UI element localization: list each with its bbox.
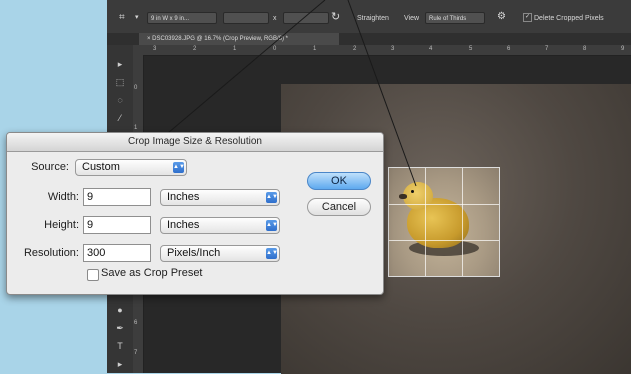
height-unit-dropdown[interactable]: Inches ▲▼ [160,217,280,234]
crop-size-dialog: Crop Image Size & Resolution Source: Cus… [6,132,384,295]
height-unit-value: Inches [167,219,200,231]
height-label: Height: [44,219,79,231]
dialog-title: Crop Image Size & Resolution [7,133,383,152]
source-label: Source: [31,161,69,173]
chevron-updown-icon: ▲▼ [173,162,185,173]
resolution-unit-dropdown[interactable]: Pixels/Inch ▲▼ [160,245,280,262]
height-input[interactable]: 9 [83,216,151,234]
resolution-label: Resolution: [23,247,79,259]
resolution-input[interactable]: 300 [83,244,151,262]
width-label: Width: [47,191,79,203]
chevron-updown-icon: ▲▼ [266,220,278,231]
source-value: Custom [82,161,120,173]
cancel-button[interactable]: Cancel [307,198,371,216]
width-input[interactable]: 9 [83,188,151,206]
chevron-updown-icon: ▲▼ [266,248,278,259]
ok-button[interactable]: OK [307,172,371,190]
width-unit-dropdown[interactable]: Inches ▲▼ [160,189,280,206]
width-unit-value: Inches [167,191,200,203]
source-dropdown[interactable]: Custom ▲▼ [75,159,187,176]
save-preset-label: Save as Crop Preset [101,267,203,279]
resolution-unit-value: Pixels/Inch [167,247,221,259]
save-preset-checkbox[interactable] [87,269,99,281]
chevron-updown-icon: ▲▼ [266,192,278,203]
